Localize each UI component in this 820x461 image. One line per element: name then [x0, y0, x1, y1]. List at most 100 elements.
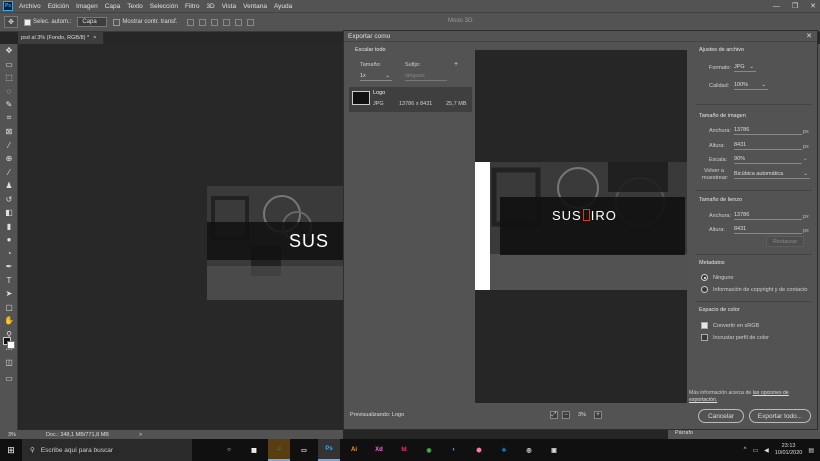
app-icon[interactable]: ⬢: [468, 439, 490, 461]
convert-srgb-checkbox[interactable]: [701, 322, 708, 329]
width-input[interactable]: 13786: [734, 126, 802, 135]
zoom-out-button[interactable]: −: [562, 411, 570, 419]
align-right-icon[interactable]: [211, 18, 219, 26]
menu-imagen[interactable]: Imagen: [76, 3, 98, 10]
menu-texto[interactable]: Texto: [127, 3, 143, 10]
embed-profile-checkbox[interactable]: [701, 334, 708, 341]
menu-archivo[interactable]: Archivo: [19, 3, 41, 10]
shape-tool-icon[interactable]: ▢: [0, 301, 18, 315]
dodge-tool-icon[interactable]: ◔: [0, 247, 18, 261]
format-dropdown[interactable]: JPG ⌄: [734, 63, 756, 72]
blur-tool-icon[interactable]: ●: [0, 233, 18, 247]
status-arrow-icon[interactable]: >: [139, 432, 142, 438]
height-input[interactable]: 8431: [734, 141, 802, 150]
frame-tool-icon[interactable]: ⊠: [0, 125, 18, 139]
photoshop-taskbar-icon[interactable]: Ps: [318, 439, 340, 461]
task-view-icon[interactable]: ▦: [243, 439, 265, 461]
metadata-copyright-radio[interactable]: [701, 286, 708, 293]
hand-tool-icon[interactable]: ✋: [0, 314, 18, 328]
gradient-tool-icon[interactable]: ▮: [0, 220, 18, 234]
menu-ventana[interactable]: Ventana: [243, 3, 267, 10]
background-color-swatch[interactable]: [7, 341, 15, 349]
app-icon[interactable]: ◎: [518, 439, 540, 461]
zoom-value[interactable]: 3%: [574, 412, 590, 418]
move-tool-preset-icon[interactable]: ✥: [4, 16, 18, 28]
align-middle-icon[interactable]: [235, 18, 243, 26]
canvas-height-input[interactable]: 8431: [734, 225, 802, 234]
windows-start-icon[interactable]: ⊞: [0, 439, 22, 461]
move-tool-icon[interactable]: ✥: [0, 44, 18, 58]
cancel-button[interactable]: Cancelar: [698, 409, 744, 423]
paragraph-panel-tab[interactable]: Párrafo: [668, 430, 820, 439]
align-bottom-icon[interactable]: [247, 18, 255, 26]
quick-mask-icon[interactable]: ◫: [0, 356, 18, 370]
brush-tool-icon[interactable]: ⁄: [0, 166, 18, 180]
document-canvas[interactable]: SUS: [18, 44, 359, 430]
menu-capa[interactable]: Capa: [105, 3, 121, 10]
size-dropdown[interactable]: 1x ⌄: [360, 72, 392, 81]
notifications-icon[interactable]: ▤: [808, 447, 814, 454]
suffix-input[interactable]: ninguno: [405, 72, 447, 81]
vscode-icon[interactable]: ❖: [493, 439, 515, 461]
history-brush-icon[interactable]: ↺: [0, 193, 18, 207]
cortana-icon[interactable]: ○: [218, 439, 240, 461]
zoom-in-button[interactable]: +: [594, 411, 602, 419]
healing-brush-icon[interactable]: ⊕: [0, 152, 18, 166]
menu-3d[interactable]: 3D: [206, 3, 214, 10]
asset-list-item[interactable]: Logo JPG 13786 x 8431 25,7 MB: [349, 87, 472, 112]
menu-filtro[interactable]: Filtro: [185, 3, 199, 10]
transform-controls-checkbox[interactable]: Mostrar contr. transf.: [113, 18, 177, 26]
maximize-icon[interactable]: ❐: [792, 2, 798, 10]
xd-icon[interactable]: Xd: [368, 439, 390, 461]
align-center-icon[interactable]: [199, 18, 207, 26]
align-top-icon[interactable]: [223, 18, 231, 26]
close-window-icon[interactable]: ✕: [810, 2, 816, 10]
export-all-button[interactable]: Exportar todo...: [749, 409, 811, 423]
fit-preview-icon[interactable]: ⤢: [550, 411, 558, 419]
scale-dropdown[interactable]: 90%: [734, 155, 802, 164]
export-preview[interactable]: SUS IRO: [475, 50, 687, 403]
crop-tool-icon[interactable]: ⌗: [0, 112, 18, 126]
stamp-tool-icon[interactable]: ♟: [0, 179, 18, 193]
illustrator-icon[interactable]: Ai: [343, 439, 365, 461]
marquee-tool-icon[interactable]: ⬚: [0, 71, 18, 85]
quality-dropdown[interactable]: 100% ⌄: [734, 81, 768, 90]
add-scale-icon[interactable]: +: [454, 61, 458, 68]
taskbar-search-box[interactable]: ⚲ Escribe aquí para buscar: [22, 439, 192, 461]
volume-icon[interactable]: ◀: [764, 447, 769, 454]
align-left-icon[interactable]: [187, 18, 195, 26]
type-tool-icon[interactable]: T: [0, 274, 18, 288]
browser-icon[interactable]: ◐: [443, 439, 465, 461]
restore-button[interactable]: Restaurar: [766, 236, 804, 247]
eyedropper-tool-icon[interactable]: ⁄: [0, 139, 18, 153]
quick-select-tool-icon[interactable]: ✎: [0, 98, 18, 112]
spotify-icon[interactable]: ♫: [268, 439, 290, 461]
screen-mode-icon[interactable]: ▭: [0, 372, 18, 386]
path-select-tool-icon[interactable]: ➤: [0, 287, 18, 301]
network-icon[interactable]: ▭: [753, 447, 759, 454]
tray-chevron-icon[interactable]: ^: [744, 447, 747, 453]
file-explorer-icon[interactable]: ▭: [293, 439, 315, 461]
close-tab-icon[interactable]: ×: [93, 35, 96, 41]
artboard-tool-icon[interactable]: ▭: [0, 58, 18, 72]
pen-tool-icon[interactable]: ✒: [0, 260, 18, 274]
document-tab[interactable]: psd al 3% (Fondo, RGB/8) * ×: [18, 32, 104, 44]
indesign-icon[interactable]: Id: [393, 439, 415, 461]
zoom-level[interactable]: 3%: [8, 432, 16, 438]
dialog-close-icon[interactable]: ✕: [806, 32, 812, 40]
autoselect-checkbox[interactable]: Selec. autom.:: [24, 18, 71, 26]
menu-seleccion[interactable]: Selección: [150, 3, 178, 10]
metadata-none-radio[interactable]: [701, 274, 708, 281]
menu-ayuda[interactable]: Ayuda: [274, 3, 292, 10]
app-icon[interactable]: ▣: [543, 439, 565, 461]
resample-dropdown[interactable]: Bicúbica automática ⌄: [734, 170, 810, 179]
chrome-icon[interactable]: ◉: [418, 439, 440, 461]
canvas-width-input[interactable]: 13786: [734, 211, 802, 220]
lasso-tool-icon[interactable]: ◌: [0, 85, 18, 99]
clock[interactable]: 23:13 10/01/2020: [775, 443, 803, 457]
autoselect-dropdown[interactable]: Capa: [77, 17, 108, 27]
menu-vista[interactable]: Vista: [222, 3, 236, 10]
minimize-icon[interactable]: —: [773, 3, 780, 10]
eraser-tool-icon[interactable]: ◧: [0, 206, 18, 220]
menu-edicion[interactable]: Edición: [48, 3, 69, 10]
